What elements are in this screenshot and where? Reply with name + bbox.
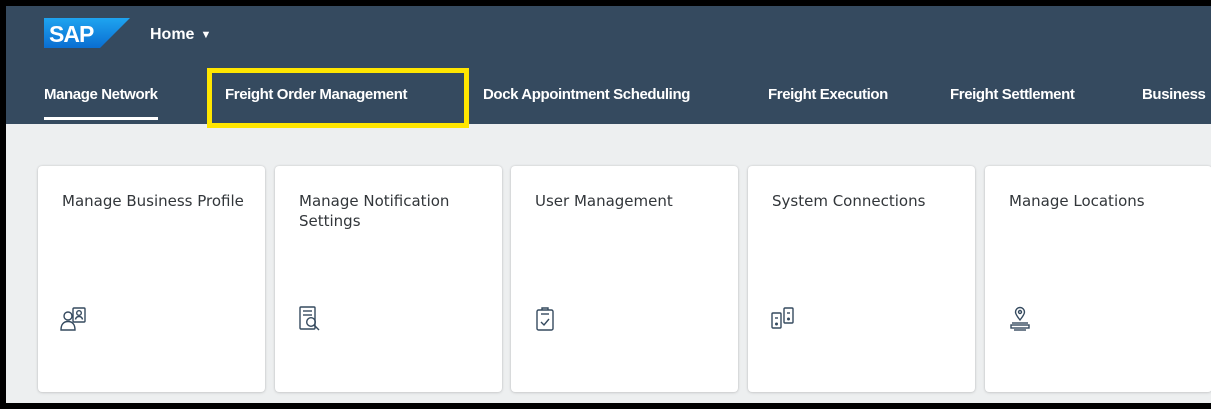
sap-logo[interactable]: SAP (44, 18, 130, 48)
tile-manage-notification-settings[interactable]: Manage Notification Settings (275, 166, 502, 392)
tile-manage-business-profile[interactable]: Manage Business Profile (38, 166, 265, 392)
tab-dock-appointment-scheduling[interactable]: Dock Appointment Scheduling (483, 86, 690, 103)
tab-business[interactable]: Business (1142, 86, 1206, 103)
tab-label: Freight Execution (768, 86, 888, 103)
tab-freight-execution[interactable]: Freight Execution (768, 86, 888, 103)
notification-settings-icon (297, 306, 323, 332)
tab-freight-settlement[interactable]: Freight Settlement (950, 86, 1075, 103)
tab-label: Business (1142, 86, 1206, 103)
tab-label: Manage Network (44, 86, 158, 103)
home-menu-button[interactable]: Home ▼ (150, 26, 211, 44)
user-management-icon (533, 306, 559, 332)
tile-user-management[interactable]: User Management (511, 166, 738, 392)
tile-title: System Connections (772, 192, 926, 210)
tab-label: Freight Order Management (225, 86, 408, 103)
tab-bar: Manage Network Freight Order Management … (6, 66, 1211, 124)
locations-icon (1007, 306, 1033, 332)
tile-title: User Management (535, 192, 673, 210)
home-label: Home (150, 26, 195, 43)
tile-manage-locations[interactable]: Manage Locations (985, 166, 1211, 392)
business-profile-icon (60, 306, 86, 332)
tile-title: Manage Notification Settings (299, 192, 450, 230)
tab-label: Dock Appointment Scheduling (483, 86, 690, 103)
tab-manage-network[interactable]: Manage Network (44, 86, 158, 120)
sap-logo-text: SAP (49, 21, 94, 47)
tile-title: Manage Business Profile (62, 192, 244, 210)
tab-label: Freight Settlement (950, 86, 1075, 103)
tile-title: Manage Locations (1009, 192, 1145, 210)
app-frame: SAP Home ▼ Manage Network Freight Order … (0, 0, 1211, 409)
tile-system-connections[interactable]: System Connections (748, 166, 975, 392)
shell-bar: SAP Home ▼ Manage Network Freight Order … (6, 6, 1211, 128)
tab-freight-order-management[interactable]: Freight Order Management (225, 86, 408, 103)
chevron-down-icon: ▼ (200, 28, 212, 41)
system-connections-icon (770, 306, 796, 332)
